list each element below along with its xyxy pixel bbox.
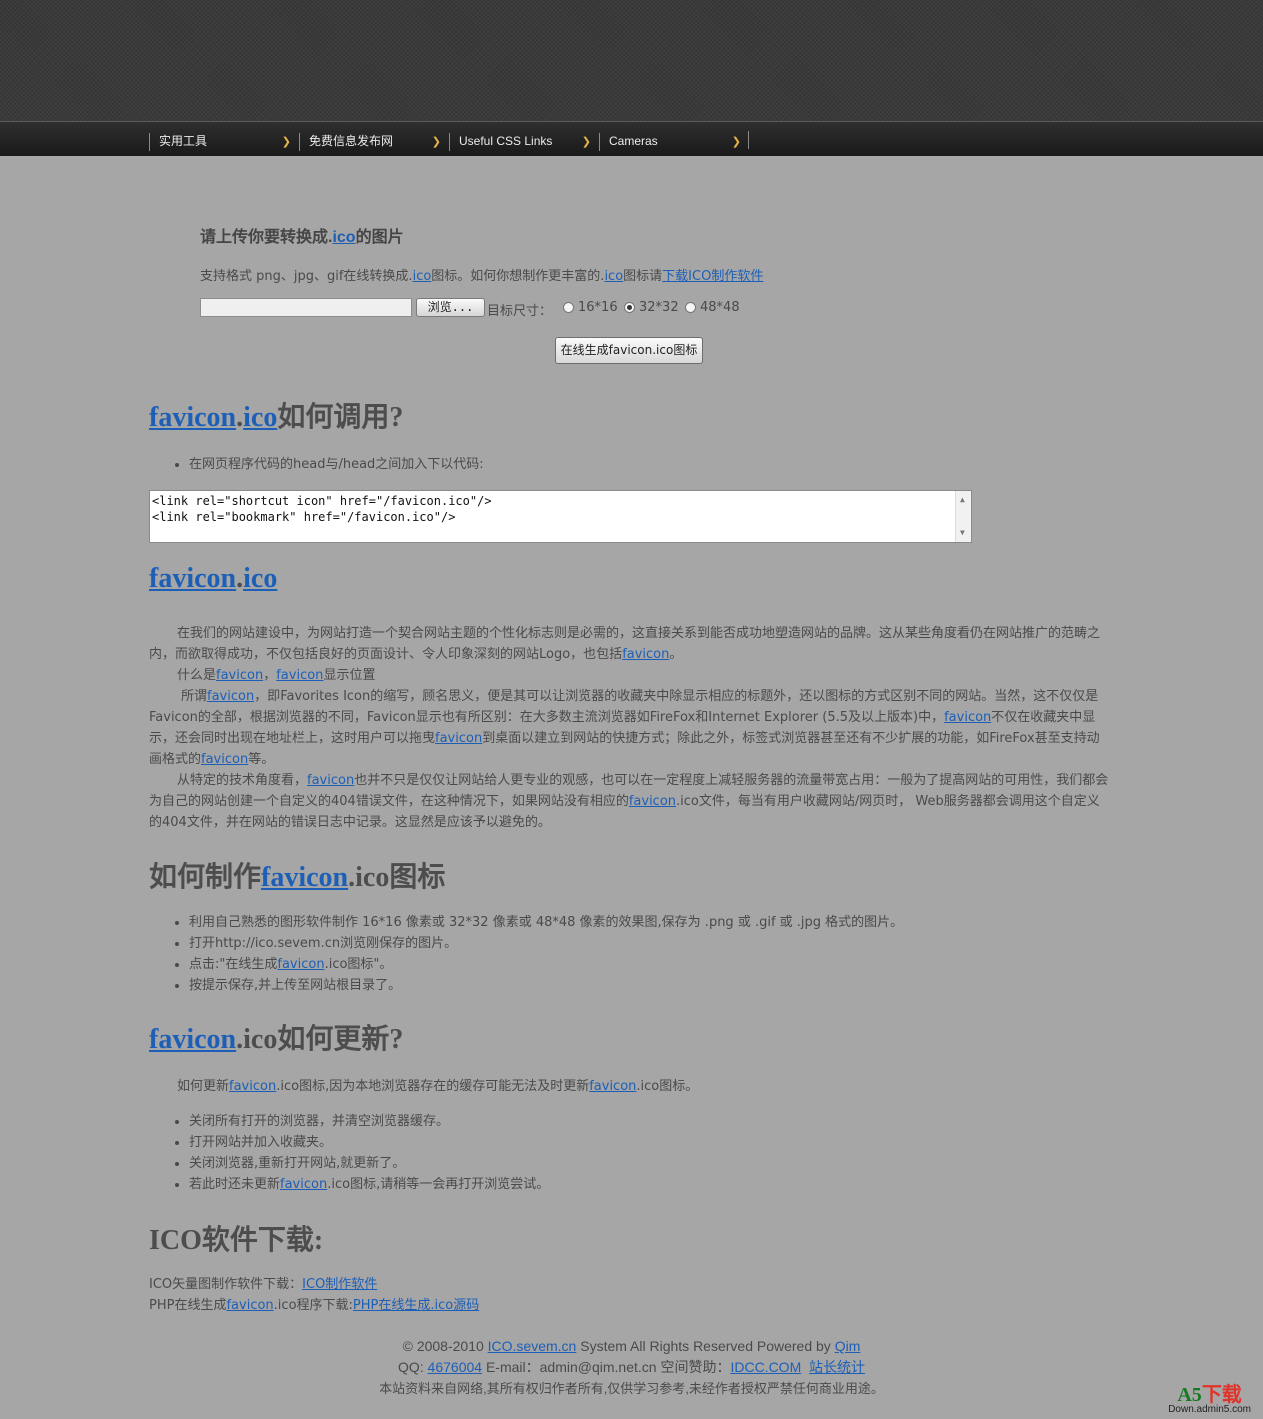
upload-description: 支持格式 png、jpg、gif在线转换成.ico图标。如何你想制作更丰富的.i… <box>200 269 764 284</box>
about-paragraphs: 在我们的网站建设中，为网站打造一个契合网站主题的个性化标志则是必需的，这直接关系… <box>149 623 1111 833</box>
list-item: 点击:"在线生成favicon.ico图标"。 <box>189 954 903 975</box>
ico-software-link[interactable]: ICO制作软件 <box>302 1277 377 1292</box>
favicon-link[interactable]: favicon <box>261 862 348 893</box>
download-software-link[interactable]: 下载ICO制作软件 <box>662 269 763 284</box>
file-path-input[interactable] <box>200 298 412 317</box>
size-radio-32[interactable]: 32*32 <box>624 300 679 315</box>
upload-title: 请上传你要转换成.ico的图片 <box>200 229 404 246</box>
section-title-update: favicon.ico如何更新? <box>149 1024 404 1055</box>
list-item: 按提示保存,并上传至网站根目录了。 <box>189 975 903 996</box>
qq-link[interactable]: 4676004 <box>428 1359 483 1375</box>
size-radio-48[interactable]: 48*48 <box>685 300 740 315</box>
favicon-link[interactable]: favicon <box>629 794 676 809</box>
watermark-brand: A5下载 <box>1177 1384 1242 1406</box>
list-item: 在网页程序代码的head与/head之间加入下以代码: <box>189 454 484 475</box>
site-link[interactable]: ICO.sevem.cn <box>488 1338 577 1354</box>
nav-item-label: Cameras <box>609 134 658 148</box>
ico-link[interactable]: ico <box>332 229 355 246</box>
watermark-logo: A5下载 Down.admin5.com <box>1168 1378 1251 1415</box>
scrollbar[interactable]: ▲ ▼ <box>955 491 971 542</box>
copyright: © 2008-2010 ICO.sevem.cn System All Righ… <box>402 1338 861 1354</box>
nav-item-free-info[interactable]: 免费信息发布网 ❯ <box>299 133 449 151</box>
header-banner <box>0 0 1263 121</box>
favicon-link[interactable]: favicon <box>226 1298 273 1313</box>
stats-link[interactable]: 站长统计 <box>809 1359 865 1375</box>
download-line: ICO矢量图制作软件下载：ICO制作软件 <box>149 1277 378 1292</box>
ico-link[interactable]: ico <box>413 269 432 284</box>
list-item: 关闭所有打开的浏览器，并清空浏览器缓存。 <box>189 1111 549 1132</box>
scroll-up-icon: ▲ <box>960 495 965 504</box>
size-radio-16[interactable]: 16*16 <box>563 300 618 315</box>
howto-use-list: 在网页程序代码的head与/head之间加入下以代码: <box>175 454 484 475</box>
nav-item-tools[interactable]: 实用工具 ❯ <box>149 133 299 151</box>
nav-item-label: 实用工具 <box>159 134 208 148</box>
nav-item-label: 免费信息发布网 <box>309 134 394 148</box>
footer: © 2008-2010 ICO.sevem.cn System All Righ… <box>0 1336 1263 1399</box>
disclaimer: 本站资料来自网络,其所有权归作者所有,仅供学习参考,未经作者授权严禁任何商业用途… <box>379 1381 884 1396</box>
main-nav: 实用工具 ❯ 免费信息发布网 ❯ Useful CSS Links ❯ Came… <box>0 121 1263 156</box>
ico-link[interactable]: ico <box>604 269 623 284</box>
favicon-link[interactable]: favicon <box>622 647 669 662</box>
favicon-link[interactable]: favicon <box>229 1079 276 1094</box>
make-steps-list: 利用自己熟悉的图形软件制作 16*16 像素或 32*32 像素或 48*48 … <box>175 912 903 996</box>
favicon-link[interactable]: favicon <box>277 957 324 972</box>
chevron-down-icon: ❯ <box>731 136 741 148</box>
list-item: 打开http://ico.sevem.cn浏览刚保存的图片。 <box>189 933 903 954</box>
ico-link[interactable]: ico <box>243 402 277 433</box>
favicon-link[interactable]: favicon <box>307 773 354 788</box>
download-links: ICO矢量图制作软件下载：ICO制作软件 PHP在线生成favicon.ico程… <box>149 1274 1111 1316</box>
update-steps-list: 关闭所有打开的浏览器，并清空浏览器缓存。 打开网站并加入收藏夹。 关闭浏览器,重… <box>175 1111 549 1195</box>
scroll-down-icon: ▼ <box>960 528 965 537</box>
favicon-link[interactable]: favicon <box>207 689 254 704</box>
paragraph: 什么是favicon，favicon显示位置 <box>177 668 376 683</box>
section-title-make: 如何制作favicon.ico图标 <box>149 862 446 893</box>
list-item: 打开网站并加入收藏夹。 <box>189 1132 549 1153</box>
author-link[interactable]: Qim <box>835 1338 861 1354</box>
radio-checked-icon <box>624 302 635 313</box>
favicon-link[interactable]: favicon <box>435 731 482 746</box>
php-source-link[interactable]: PHP在线生成.ico源码 <box>353 1298 479 1313</box>
section-title-download: ICO软件下载: <box>149 1225 324 1256</box>
favicon-link[interactable]: favicon <box>201 752 248 767</box>
list-item: 若此时还未更新favicon.ico图标,请稍等一会再打开浏览尝试。 <box>189 1174 549 1195</box>
favicon-link[interactable]: favicon <box>149 1024 236 1055</box>
list-item: 利用自己熟悉的图形软件制作 16*16 像素或 32*32 像素或 48*48 … <box>189 912 903 933</box>
favicon-link[interactable]: favicon <box>944 710 991 725</box>
generate-button[interactable]: 在线生成favicon.ico图标 <box>555 337 703 364</box>
list-item: 关闭浏览器,重新打开网站,就更新了。 <box>189 1153 549 1174</box>
nav-item-css-links[interactable]: Useful CSS Links ❯ <box>449 133 599 151</box>
watermark-site: Down.admin5.com <box>1168 1404 1251 1415</box>
paragraph: 在我们的网站建设中，为网站打造一个契合网站主题的个性化标志则是必需的，这直接关系… <box>149 626 1101 662</box>
sponsor-link[interactable]: IDCC.COM <box>730 1359 801 1375</box>
size-label: 目标尺寸： <box>487 304 553 319</box>
favicon-link[interactable]: favicon <box>216 668 263 683</box>
nav-item-cameras[interactable]: Cameras ❯ <box>599 133 749 151</box>
update-intro: 如何更新favicon.ico图标,因为本地浏览器存在的缓存可能无法及时更新fa… <box>177 1079 699 1094</box>
paragraph: 所谓favicon，即Favorites Icon的缩写，顾名思义，便是其可以让… <box>149 689 1100 767</box>
code-textarea[interactable]: <link rel="shortcut icon" href="/favicon… <box>149 490 972 543</box>
chevron-down-icon: ❯ <box>581 136 591 148</box>
chevron-down-icon: ❯ <box>431 136 441 148</box>
chevron-down-icon: ❯ <box>281 136 291 148</box>
download-line: PHP在线生成favicon.ico程序下载:PHP在线生成.ico源码 <box>149 1298 480 1313</box>
code-text: <link rel="shortcut icon" href="/favicon… <box>152 494 492 524</box>
nav-item-label: Useful CSS Links <box>459 134 553 148</box>
favicon-link[interactable]: favicon <box>276 668 323 683</box>
radio-icon <box>685 302 696 313</box>
favicon-link[interactable]: favicon <box>149 402 236 433</box>
ico-link[interactable]: ico <box>243 563 277 594</box>
nav-divider <box>748 131 749 149</box>
paragraph: 从特定的技术角度看，favicon也并不只是仅仅让网站给人更专业的观感，也可以在… <box>149 773 1109 830</box>
favicon-link[interactable]: favicon <box>149 563 236 594</box>
section-title-favicon: favicon.ico <box>149 563 278 594</box>
radio-icon <box>563 302 574 313</box>
favicon-link[interactable]: favicon <box>280 1177 327 1192</box>
contact-line: QQ: 4676004 E-mail：admin@qim.net.cn 空间赞助… <box>397 1359 866 1375</box>
favicon-link[interactable]: favicon <box>589 1079 636 1094</box>
browse-button[interactable]: 浏览... <box>416 298 485 317</box>
section-title-howto-use: favicon.ico如何调用? <box>149 402 404 433</box>
